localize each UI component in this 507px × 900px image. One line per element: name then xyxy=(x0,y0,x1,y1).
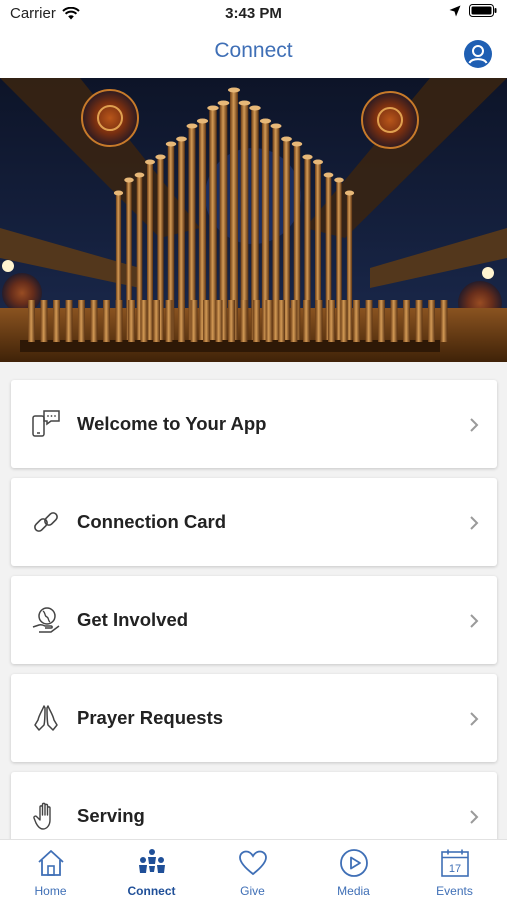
play-circle-icon xyxy=(340,849,368,877)
location-arrow-icon xyxy=(449,5,461,16)
heart-icon xyxy=(239,850,267,876)
calendar-icon: 17 xyxy=(441,849,469,877)
phone-message-icon xyxy=(32,410,60,437)
menu-item-welcome[interactable]: Welcome to Your App xyxy=(11,380,497,468)
organ-pipes-photo xyxy=(0,78,507,362)
nav-bar: Connect xyxy=(0,30,507,78)
status-bar: Carrier 3:43 PM xyxy=(0,0,507,30)
battery-icon xyxy=(469,4,497,17)
tab-events[interactable]: 17 Events xyxy=(404,840,505,900)
menu-item-connection-card[interactable]: Connection Card xyxy=(11,478,497,566)
hero-image xyxy=(0,78,507,362)
tab-give[interactable]: Give xyxy=(202,840,303,900)
tab-home[interactable]: Home xyxy=(0,840,101,900)
globe-hand-icon xyxy=(32,607,60,633)
tab-connect[interactable]: Connect xyxy=(101,840,202,900)
hand-icon xyxy=(33,802,51,830)
menu-item-label: Prayer Requests xyxy=(77,707,224,728)
tab-label: Give xyxy=(240,884,265,898)
link-icon xyxy=(34,512,58,532)
praying-hands-icon xyxy=(34,705,58,731)
chevron-right-icon xyxy=(470,614,479,628)
home-icon xyxy=(38,850,64,876)
menu-item-label: Connection Card xyxy=(77,511,227,532)
profile-button[interactable] xyxy=(463,39,493,69)
chevron-right-icon xyxy=(470,516,479,530)
tab-label: Connect xyxy=(127,884,176,898)
tab-label: Events xyxy=(436,884,473,898)
tab-label: Home xyxy=(34,884,67,898)
chevron-right-icon xyxy=(470,418,479,432)
menu-item-label: Serving xyxy=(77,805,145,826)
status-right xyxy=(449,4,497,17)
menu-item-prayer-requests[interactable]: Prayer Requests xyxy=(11,674,497,762)
status-time: 3:43 PM xyxy=(225,5,282,22)
menu-item-get-involved[interactable]: Get Involved xyxy=(11,576,497,664)
menu-item-label: Welcome to Your App xyxy=(77,413,267,434)
people-icon xyxy=(139,849,165,873)
tab-media[interactable]: Media xyxy=(303,840,404,900)
page-title: Connect xyxy=(214,39,293,62)
calendar-date: 17 xyxy=(449,863,461,875)
menu-item-label: Get Involved xyxy=(77,609,189,630)
tab-label: Media xyxy=(337,884,370,898)
chevron-right-icon xyxy=(470,712,479,726)
user-circle-icon xyxy=(464,40,492,68)
menu-list: Welcome to Your App Connection Card Get … xyxy=(0,362,507,839)
menu-item-serving[interactable]: Serving xyxy=(11,772,497,839)
chevron-right-icon xyxy=(470,810,479,824)
tab-bar: Home Connect Give Media 17 Events xyxy=(0,839,507,900)
